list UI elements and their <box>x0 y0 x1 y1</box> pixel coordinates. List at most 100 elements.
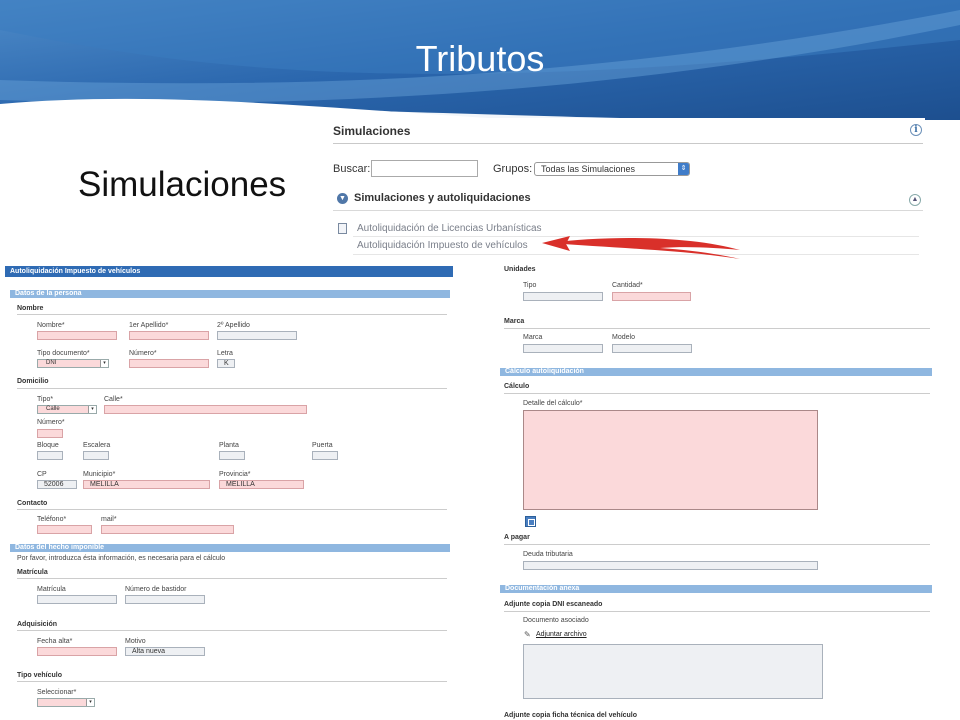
detalle-calculo-textarea[interactable] <box>523 410 818 510</box>
bastidor-label: Número de bastidor <box>125 586 187 593</box>
bloque-field[interactable] <box>37 451 63 460</box>
group-ficha-tecnica: Adjunte copia ficha técnica del vehículo <box>504 712 638 719</box>
group-nombre: Nombre <box>17 305 44 312</box>
info-icon[interactable]: i <box>910 124 922 136</box>
deuda-label: Deuda tributaria <box>523 551 573 558</box>
group-matricula: Matrícula <box>17 569 48 576</box>
matricula-field[interactable] <box>37 595 117 604</box>
list-item-licencias[interactable]: Autoliquidación de Licencias Urbanística… <box>357 223 542 234</box>
municipio-field[interactable]: MELILLA <box>83 480 210 489</box>
telefono-field[interactable] <box>37 525 92 534</box>
section-bar-hecho: Datos del hecho imponible <box>10 544 450 552</box>
letra-label: Letra <box>217 350 233 357</box>
cantidad-label: Cantidad* <box>612 282 643 289</box>
slide-title: Tributos <box>415 38 545 79</box>
tipo-label: Tipo <box>523 282 537 289</box>
apellido2-field[interactable] <box>217 331 297 340</box>
divider <box>17 681 447 682</box>
tipo-documento-select[interactable]: DNI ▾ <box>37 359 109 368</box>
calculator-icon[interactable] <box>525 516 536 527</box>
tipo-documento-value: DNI <box>46 360 57 366</box>
documento-asociado-box[interactable] <box>523 644 823 699</box>
provincia-label: Provincia* <box>219 471 251 478</box>
simulations-header: Simulaciones <box>333 124 411 138</box>
numero-field[interactable] <box>37 429 63 438</box>
calle-field[interactable] <box>104 405 307 414</box>
letra-field[interactable]: K <box>217 359 235 368</box>
apellido1-field[interactable] <box>129 331 209 340</box>
puerta-field[interactable] <box>312 451 338 460</box>
hecho-note: Por favor, introduzca ésta información, … <box>17 555 226 562</box>
planta-label: Planta <box>219 442 239 449</box>
group-a-pagar: A pagar <box>504 534 530 541</box>
fecha-alta-field[interactable] <box>37 647 117 656</box>
search-input[interactable] <box>371 160 478 177</box>
vehicle-tax-form-right: Unidades Tipo Cantidad* Marca Marca Mode… <box>496 262 938 720</box>
documento-asociado-label: Documento asociado <box>523 617 589 624</box>
mail-field[interactable] <box>101 525 234 534</box>
cp-field[interactable]: 52006 <box>37 480 77 489</box>
form-header: Autoliquidación Impuesto de vehículos <box>5 266 453 277</box>
section-bar-documentacion: Documentación anexa <box>500 585 932 593</box>
matricula-label: Matrícula <box>37 586 66 593</box>
group-marca: Marca <box>504 318 525 325</box>
divider <box>17 388 447 389</box>
divider <box>504 328 930 329</box>
divider <box>17 578 447 579</box>
motivo-label: Motivo <box>125 638 146 645</box>
fecha-alta-label: Fecha alta* <box>37 638 73 645</box>
paperclip-icon: ✎ <box>524 630 531 639</box>
deuda-field[interactable] <box>523 561 818 570</box>
adjuntar-archivo-link[interactable]: Adjuntar archivo <box>536 631 587 638</box>
numero-documento-label: Número* <box>129 350 157 357</box>
red-arrow-icon <box>542 236 740 259</box>
group-domicilio: Domicilio <box>17 378 49 385</box>
collapse-icon[interactable]: ▼ <box>337 193 348 204</box>
tipo-field[interactable] <box>523 292 603 301</box>
group-calculo: Cálculo <box>504 383 530 390</box>
document-icon <box>338 223 347 234</box>
escalera-label: Escalera <box>83 442 111 449</box>
marca-label: Marca <box>523 334 543 341</box>
planta-field[interactable] <box>219 451 245 460</box>
chevron-down-icon[interactable]: ▾ <box>86 699 94 706</box>
divider <box>333 143 923 144</box>
numero-label: Número* <box>37 419 65 426</box>
motivo-field[interactable]: Alta nueva <box>125 647 205 656</box>
escalera-field[interactable] <box>83 451 109 460</box>
divider <box>333 210 923 211</box>
divider <box>504 544 930 545</box>
provincia-field[interactable]: MELILLA <box>219 480 304 489</box>
group-tipo-vehiculo: Tipo vehículo <box>17 672 62 679</box>
list-item-vehiculos[interactable]: Autoliquidación Impuesto de vehículos <box>357 240 528 251</box>
divider <box>17 509 447 510</box>
cantidad-field[interactable] <box>612 292 691 301</box>
modelo-label: Modelo <box>612 334 635 341</box>
numero-documento-field[interactable] <box>129 359 209 368</box>
chevron-down-icon[interactable]: ▾ <box>100 360 108 367</box>
tipo-via-label: Tipo* <box>37 396 54 403</box>
bastidor-field[interactable] <box>125 595 205 604</box>
tipo-documento-label: Tipo documento* <box>37 350 90 357</box>
chevron-down-icon[interactable]: ▾ <box>88 406 96 413</box>
apellido2-label: 2º Apellido <box>217 322 250 329</box>
tipo-via-select[interactable]: Calle ▾ <box>37 405 97 414</box>
nombre-label: Nombre* <box>37 322 65 329</box>
apellido1-label: 1er Apellido* <box>129 322 169 329</box>
bloque-label: Bloque <box>37 442 59 449</box>
group-contacto: Contacto <box>17 500 48 507</box>
divider <box>504 393 930 394</box>
tipo-vehiculo-select[interactable]: ▾ <box>37 698 95 707</box>
collapse-up-icon[interactable]: ▲ <box>909 194 921 206</box>
groups-select[interactable]: Todas las Simulaciones ⇕ <box>534 162 690 176</box>
section-bar-persona: Datos de la persona <box>10 290 450 298</box>
chevron-down-icon[interactable]: ⇕ <box>678 163 689 175</box>
mail-label: mail* <box>101 516 117 523</box>
modelo-field[interactable] <box>612 344 692 353</box>
groups-selected-value: Todas las Simulaciones <box>541 164 636 174</box>
calle-label: Calle* <box>104 396 123 403</box>
divider <box>17 314 447 315</box>
section-bar-calculo: Cálculo autoliquidación <box>500 368 932 376</box>
nombre-field[interactable] <box>37 331 117 340</box>
marca-field[interactable] <box>523 344 603 353</box>
